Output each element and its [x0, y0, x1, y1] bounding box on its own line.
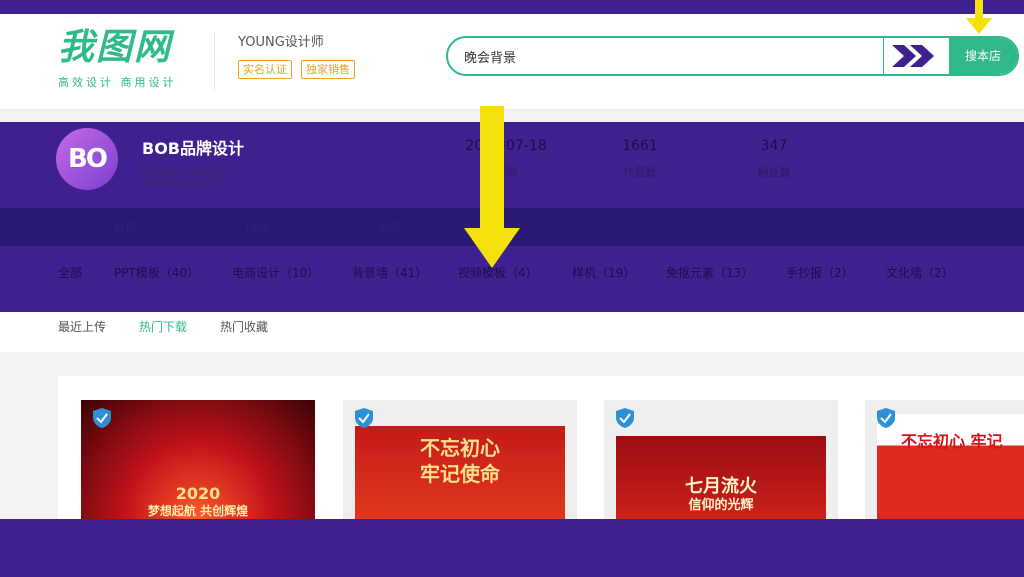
- store-search: 搜本店: [446, 36, 1019, 76]
- card-subtitle: 梦想起航 共创辉煌: [147, 504, 249, 518]
- category-ppt[interactable]: PPT模板（40）: [114, 264, 199, 281]
- site-header: 我图网 高效设计 商用设计 YOUNG设计师 实名认证 独家销售 搜本店: [0, 14, 1024, 110]
- work-thumbnail[interactable]: 不忘初心 牢记: [877, 414, 1024, 519]
- check-badge-icon: [355, 408, 373, 428]
- logo-wordmark: 我图网: [58, 27, 173, 68]
- nav-home[interactable]: 首页: [113, 219, 137, 236]
- work-thumbnail[interactable]: 七月流火 信仰的光辉: [616, 436, 826, 519]
- site-logo[interactable]: 我图网 高效设计 商用设计: [58, 28, 198, 90]
- card-title: 2020: [175, 484, 221, 503]
- work-card[interactable]: 不忘初心 牢记: [865, 400, 1024, 519]
- card-title: 不忘初心: [420, 436, 500, 460]
- logo-divider: [214, 32, 215, 90]
- stat-label: 作品数: [623, 166, 657, 179]
- category-culture-wall[interactable]: 文化墙（2）: [886, 264, 954, 281]
- category-background-wall[interactable]: 背景墙（41）: [352, 264, 427, 281]
- category-mockup[interactable]: 样机（19）: [572, 264, 635, 281]
- logo-slogan: 高效设计 商用设计: [58, 76, 177, 89]
- bottom-band: [0, 519, 1024, 577]
- double-chevron-icon: [892, 45, 934, 67]
- down-arrow-icon: [966, 0, 992, 34]
- store-tag: 我图网10年资深: [142, 167, 223, 185]
- stat-label: 粉丝数: [757, 166, 791, 179]
- search-separator: [883, 38, 884, 74]
- avatar[interactable]: BO: [56, 128, 118, 190]
- sort-popular-downloads[interactable]: 热门下载: [139, 318, 187, 335]
- card-title: 不忘初心 牢记: [901, 432, 1003, 451]
- sort-popular-favorites[interactable]: 热门收藏: [220, 318, 268, 335]
- nav-albums[interactable]: 专辑: [378, 219, 402, 236]
- down-arrow-icon: [464, 106, 520, 268]
- stat-value: 1661: [622, 138, 658, 154]
- top-band: [0, 0, 1024, 14]
- category-ecommerce[interactable]: 电商设计（10）: [232, 264, 319, 281]
- sort-latest[interactable]: 最近上传: [58, 318, 106, 335]
- work-thumbnail[interactable]: 2020 梦想起航 共创辉煌: [81, 400, 315, 519]
- exclusive-badge: 独家销售: [301, 60, 355, 79]
- search-store-button[interactable]: 搜本店: [949, 38, 1017, 74]
- work-card[interactable]: 2020 梦想起航 共创辉煌: [81, 400, 315, 519]
- stat-fans: 347 粉丝数: [714, 138, 834, 180]
- stat-value: 347: [760, 138, 788, 154]
- card-subtitle: 信仰的光辉: [688, 498, 754, 513]
- category-handwritten[interactable]: 手抄报（2）: [786, 264, 854, 281]
- work-thumbnail[interactable]: 不忘初心 牢记使命: [355, 426, 565, 519]
- nav-works[interactable]: 作品: [245, 219, 269, 236]
- verified-badge: 实名认证: [238, 60, 292, 79]
- check-badge-icon: [93, 408, 111, 428]
- store-name[interactable]: BOB品牌设计: [142, 135, 244, 159]
- work-card[interactable]: 七月流火 信仰的光辉: [604, 400, 838, 519]
- check-badge-icon: [616, 408, 634, 428]
- check-badge-icon: [877, 408, 895, 428]
- stat-works: 1661 作品数: [580, 138, 700, 180]
- search-input[interactable]: [464, 38, 864, 74]
- designer-name[interactable]: YOUNG设计师: [238, 31, 324, 50]
- card-subtitle: 牢记使命: [420, 462, 500, 486]
- work-card[interactable]: 不忘初心 牢记使命: [343, 400, 577, 519]
- category-cutout[interactable]: 免抠元素（13）: [666, 264, 753, 281]
- category-all[interactable]: 全部: [58, 264, 82, 281]
